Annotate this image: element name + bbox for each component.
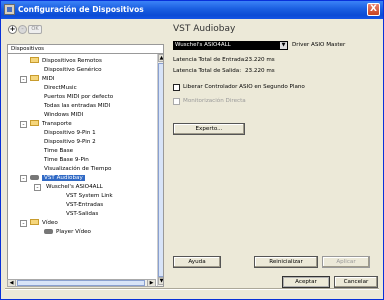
tree-item-puertos-midi[interactable]: Puertos MIDI por defecto [44, 93, 113, 102]
expert-button[interactable]: Experto... [173, 123, 245, 135]
title-bar[interactable]: Configuración de Dispositivos X [1, 1, 383, 19]
tree-vertical-scrollbar[interactable]: ▲ ▼ [157, 54, 163, 286]
scroll-left-icon[interactable]: ◀ [8, 280, 16, 286]
dialog-content: + - OK Dispositivos Dispositivos Remotos… [3, 20, 381, 298]
tree-item-dispositivo-generico[interactable]: Dispositivo Genérico [44, 66, 102, 75]
input-latency-value: 23.220 ms [245, 57, 275, 63]
remove-device-button[interactable]: - [18, 25, 27, 34]
tree-item-dispositivos-remotos[interactable]: Dispositivos Remotos [30, 56, 102, 66]
direct-monitoring-checkbox[interactable] [173, 98, 180, 105]
video-player-icon [44, 229, 53, 234]
device-setup-window: Configuración de Dispositivos X + - OK D… [0, 0, 384, 300]
scroll-down-icon[interactable]: ▼ [158, 277, 163, 285]
scroll-thumb[interactable] [158, 63, 163, 277]
devices-header: Dispositivos [7, 44, 164, 53]
cancel-button[interactable]: Cancelar [334, 276, 378, 288]
accept-button[interactable]: Aceptar [282, 276, 330, 288]
hscroll-thumb[interactable] [17, 280, 145, 286]
panel-title: VST Audiobay [173, 24, 236, 34]
tree-item-vst-system-link[interactable]: VST System Link [66, 192, 113, 201]
asio-driver-select[interactable]: Wuschel's ASIO4ALL ▼ [173, 41, 288, 50]
scroll-up-icon[interactable]: ▲ [158, 54, 163, 62]
tree-item-asio4all[interactable]: Wuschel's ASIO4ALL [46, 183, 103, 192]
tree-item-video[interactable]: Vídeo [30, 218, 58, 228]
tree-item-todas-entradas-midi[interactable]: Todas las entradas MIDI [44, 102, 110, 111]
reset-button[interactable]: Reinicializar [254, 256, 318, 268]
tree-item-9pin-2[interactable]: Dispositivo 9-Pin 2 [44, 138, 96, 147]
input-latency-label: Latencia Total de Entrada: [173, 57, 247, 63]
collapse-transporte-icon[interactable]: - [20, 121, 27, 128]
add-device-button[interactable]: + [8, 25, 17, 34]
tree-item-9pin-1[interactable]: Dispositivo 9-Pin 1 [44, 129, 96, 138]
collapse-video-icon[interactable]: - [20, 220, 27, 227]
collapse-vst-audiobay-icon[interactable]: - [20, 175, 27, 182]
tree-horizontal-scrollbar[interactable]: ◀ ▶ [7, 279, 156, 287]
app-icon [4, 4, 15, 15]
close-button[interactable]: X [367, 3, 380, 16]
release-driver-checkbox[interactable] [173, 84, 180, 91]
tree-item-directmusic[interactable]: DirectMusic [44, 84, 77, 93]
collapse-asio4all-icon[interactable]: - [34, 184, 41, 191]
folder-icon [30, 56, 39, 63]
tree-item-time-base-9pin[interactable]: Time Base 9-Pin [44, 156, 89, 165]
tree-item-windows-midi[interactable]: Windows MIDI [44, 111, 83, 120]
tree-item-transporte[interactable]: Transporte [30, 119, 72, 129]
release-driver-label: Liberar Controlador ASIO en Segundo Plan… [183, 84, 305, 90]
tree-item-vst-entradas[interactable]: VST-Entradas [66, 201, 103, 210]
output-latency-label: Latencia Total de Salida: [173, 68, 242, 74]
tree-item-vst-salidas[interactable]: VST-Salidas [66, 210, 98, 219]
tree-item-player-video[interactable]: Player Vídeo [44, 228, 91, 237]
footer-separator [5, 288, 379, 290]
chevron-down-icon[interactable]: ▼ [280, 42, 287, 49]
folder-icon [30, 119, 39, 126]
window-title: Configuración de Dispositivos [18, 5, 144, 14]
scroll-right-icon[interactable]: ▶ [147, 280, 155, 286]
folder-icon [30, 74, 39, 81]
devices-tree: Dispositivos Remotos Dispositivo Genéric… [7, 53, 164, 287]
driver-asio-master-label: Driver ASIO Master [292, 42, 346, 48]
tree-item-time-base[interactable]: Time Base [44, 147, 73, 156]
audio-device-icon [30, 175, 39, 180]
direct-monitoring-label: Monitorización Directa [183, 98, 246, 104]
help-button[interactable]: Ayuda [173, 256, 221, 268]
ok-device-button[interactable]: OK [28, 25, 42, 34]
output-latency-value: 23.220 ms [245, 68, 275, 74]
collapse-midi-icon[interactable]: - [20, 76, 27, 83]
tree-item-visualizacion-tiempo[interactable]: Visualización de Tiempo [44, 165, 111, 174]
folder-icon [30, 218, 39, 225]
tree-item-midi[interactable]: MIDI [30, 74, 54, 84]
tree-item-vst-audiobay[interactable]: VST Audiobay [30, 174, 85, 183]
apply-button[interactable]: Aplicar [322, 256, 370, 268]
